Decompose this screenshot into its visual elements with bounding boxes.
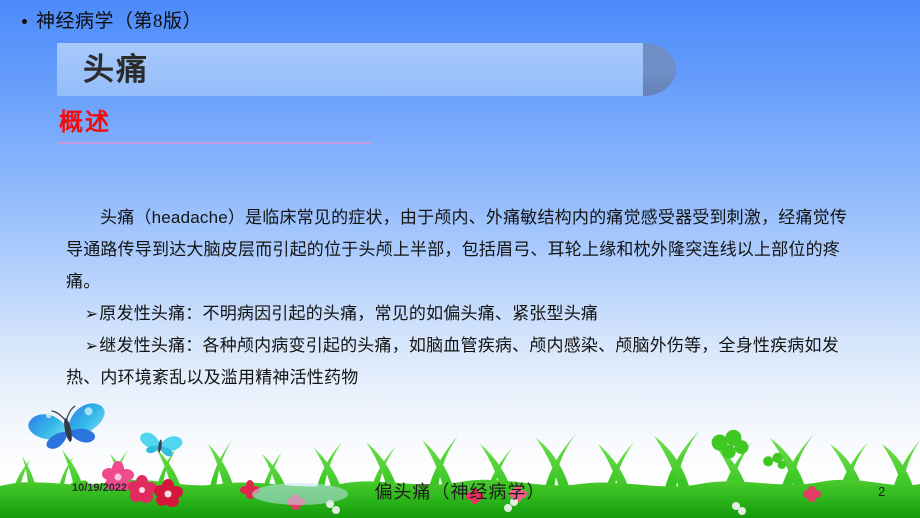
body-content: 头痛（headache）是临床常见的症状，由于颅内、外痛敏结构内的痛觉感受器受到…: [66, 202, 856, 394]
footer-title: 偏头痛（神经病学）: [374, 482, 546, 502]
list-item: ➢继发性头痛：各种颅内病变引起的头痛，如脑血管疾病、颅内感染、颅脑外伤等，全身性…: [66, 330, 856, 394]
list-item-text: 原发性头痛：不明病因引起的头痛，常见的如偏头痛、紧张型头痛: [99, 304, 599, 323]
section-divider: [57, 142, 372, 144]
body-paragraph: 头痛（headache）是临床常见的症状，由于颅内、外痛敏结构内的痛觉感受器受到…: [66, 208, 848, 291]
title-banner-arrow-cap-icon: [643, 43, 676, 96]
slide-canvas: 神经病学（第8版） 头痛 概述 头痛（headache）是临床常见的症状，由于颅…: [0, 0, 920, 518]
arrow-bullet-icon: ➢: [84, 336, 99, 355]
section-label: 概述: [59, 109, 111, 136]
bullet-list: ➢原发性头痛：不明病因引起的头痛，常见的如偏头痛、紧张型头痛 ➢继发性头痛：各种…: [66, 298, 856, 394]
source-label: 神经病学（第8版）: [36, 11, 203, 32]
title-banner: 头痛: [57, 43, 682, 96]
bullet-dot-icon: [22, 18, 27, 24]
arrow-bullet-icon: ➢: [84, 304, 99, 323]
small-butterfly-icon: [140, 432, 183, 457]
butterfly-icon: [28, 403, 105, 449]
section-heading: 概述: [57, 108, 372, 144]
list-item: ➢原发性头痛：不明病因引起的头痛，常见的如偏头痛、紧张型头痛: [66, 298, 856, 330]
grass-blades: [8, 430, 920, 518]
page-title: 头痛: [83, 52, 149, 87]
source-line: 神经病学（第8版）: [22, 6, 202, 33]
page-number: 2: [878, 484, 886, 499]
list-item-text: 继发性头痛：各种颅内病变引起的头痛，如脑血管疾病、颅内感染、颅脑外伤等，全身性疾…: [66, 336, 839, 387]
